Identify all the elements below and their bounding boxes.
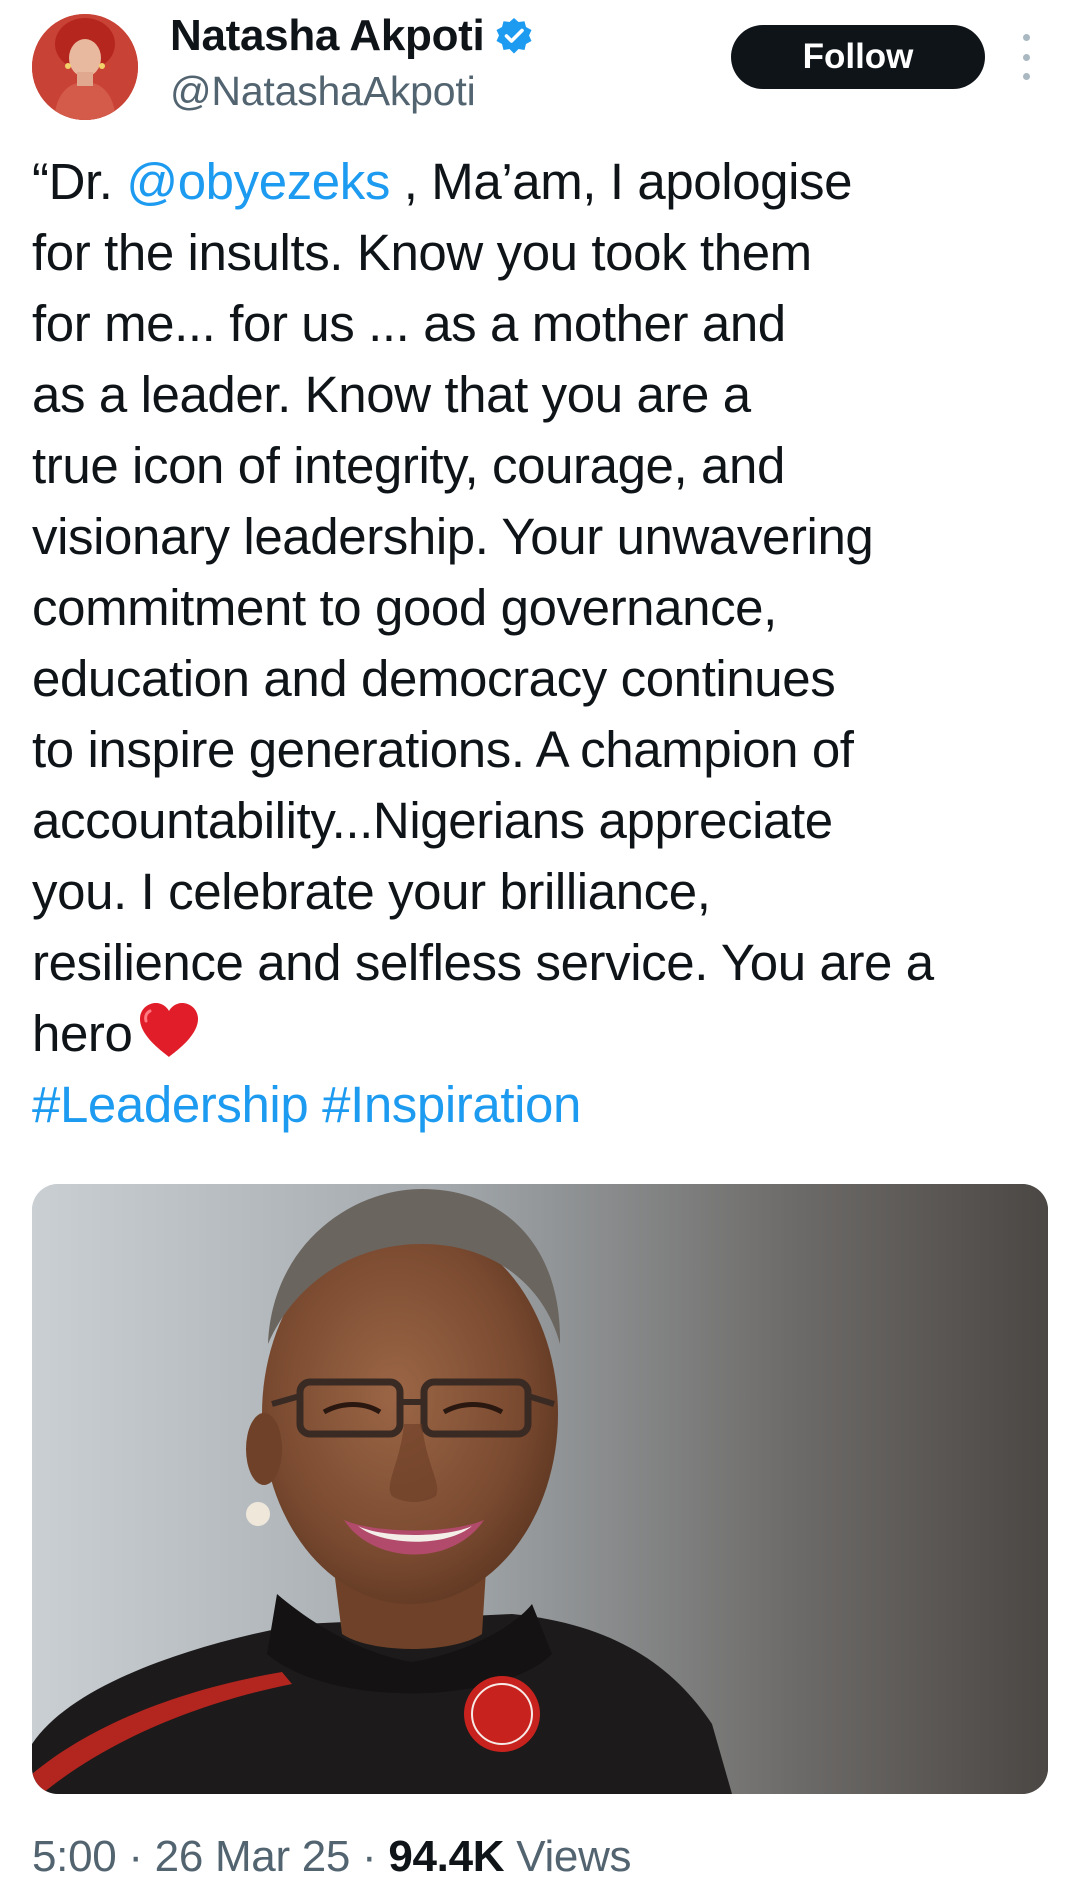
tweet-text-segment: hero bbox=[32, 1005, 133, 1062]
display-name-row: Natasha Akpoti bbox=[170, 10, 534, 62]
views-count[interactable]: 94.4K bbox=[388, 1832, 504, 1881]
hashtags-line: #Leadership #Inspiration bbox=[32, 1069, 1052, 1140]
tweet-line: resilience and selfless service. You are… bbox=[32, 934, 934, 991]
author-info[interactable]: Natasha Akpoti @NatashaAkpoti bbox=[170, 10, 534, 115]
red-heart-icon bbox=[136, 1001, 202, 1059]
tweet-date[interactable]: 26 Mar 25 bbox=[155, 1832, 351, 1881]
tweet-line: you. I celebrate your brilliance, bbox=[32, 863, 711, 920]
follow-button[interactable]: Follow bbox=[731, 25, 985, 89]
more-options-icon[interactable] bbox=[1014, 34, 1038, 80]
tweet: Natasha Akpoti @NatashaAkpoti Follow “Dr… bbox=[0, 0, 1080, 1892]
mention-link[interactable]: @obyezeks bbox=[126, 153, 390, 210]
tweet-media-photo[interactable] bbox=[32, 1184, 1048, 1794]
tweet-line: true icon of integrity, courage, and bbox=[32, 437, 785, 494]
portrait-photo bbox=[32, 1184, 1048, 1794]
avatar[interactable] bbox=[32, 14, 138, 120]
tweet-line: education and democracy continues bbox=[32, 650, 836, 707]
handle[interactable]: @NatashaAkpoti bbox=[170, 68, 534, 115]
tweet-text: “Dr. @obyezeks , Ma’am, I apologise for … bbox=[32, 146, 1052, 1140]
profile-avatar-image bbox=[32, 14, 138, 120]
dot bbox=[1022, 53, 1030, 61]
views-label: Views bbox=[516, 1832, 632, 1881]
tweet-line: visionary leadership. Your unwavering bbox=[32, 508, 874, 565]
tweet-line: for the insults. Know you took them bbox=[32, 224, 812, 281]
dot bbox=[1022, 73, 1030, 80]
hashtag-link[interactable]: #Inspiration bbox=[322, 1076, 581, 1133]
tweet-line: “Dr. @obyezeks , Ma’am, I apologise bbox=[32, 146, 1052, 217]
tweet-line: for me... for us ... as a mother and bbox=[32, 295, 786, 352]
tweet-time[interactable]: 5:00 bbox=[32, 1832, 117, 1881]
tweet-text-segment: , Ma’am, I apologise bbox=[389, 153, 853, 210]
hashtag-link[interactable]: #Leadership bbox=[32, 1076, 309, 1133]
tweet-line: accountability...Nigerians appreciate bbox=[32, 792, 833, 849]
tweet-line: as a leader. Know that you are a bbox=[32, 366, 751, 423]
display-name[interactable]: Natasha Akpoti bbox=[170, 11, 485, 61]
tweet-line: hero bbox=[32, 998, 1052, 1069]
tweet-text-segment: “Dr. bbox=[32, 153, 127, 210]
verified-badge-icon[interactable] bbox=[494, 16, 534, 56]
tweet-meta: 5:00 · 26 Mar 25 · 94.4K Views bbox=[32, 1832, 632, 1882]
meta-separator: · bbox=[128, 1832, 143, 1881]
dot bbox=[1022, 34, 1030, 41]
meta-separator: · bbox=[362, 1832, 377, 1881]
tweet-line: commitment to good governance, bbox=[32, 579, 777, 636]
tweet-line: to inspire generations. A champion of bbox=[32, 721, 854, 778]
